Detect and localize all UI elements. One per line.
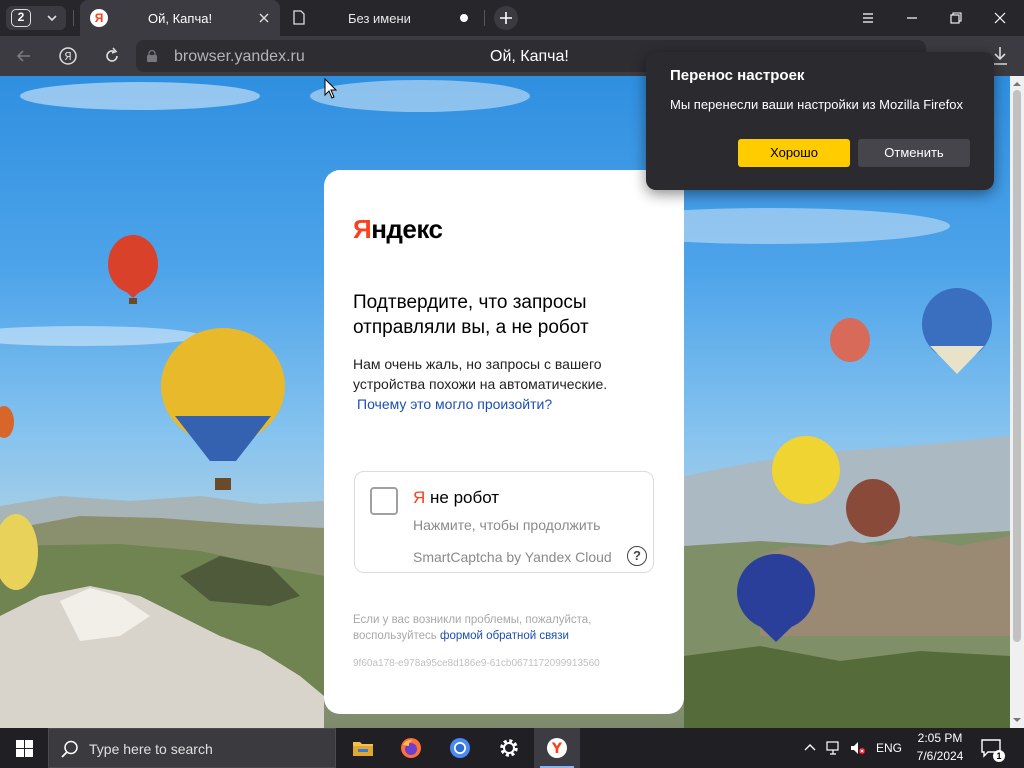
page-title: Ой, Капча! — [490, 48, 569, 65]
scroll-down-icon[interactable] — [1013, 716, 1021, 724]
clock-time[interactable]: 2:05 PM — [916, 731, 964, 745]
tab-title: Без имени — [348, 11, 411, 26]
yandex-logo[interactable]: Яндекс — [353, 214, 443, 245]
svg-text:Я: Я — [64, 50, 72, 63]
svg-text:Y: Y — [551, 741, 563, 757]
problems-text: Если у вас возникли проблемы, пожалуйста… — [353, 612, 653, 644]
request-id: 9f60a178-e978a95ce8d186e9-61cb0671172099… — [353, 658, 600, 669]
scroll-up-icon[interactable] — [1013, 80, 1021, 88]
hamburger-icon — [863, 13, 873, 23]
url-text[interactable]: browser.yandex.ru — [174, 48, 305, 66]
tab-bar: 2 Я Ой, Капча! Без имени — [0, 0, 1024, 36]
smartcaptcha-provider: SmartCaptcha by Yandex Cloud — [413, 549, 612, 565]
minimize-button[interactable] — [890, 0, 934, 36]
lock-icon[interactable] — [146, 50, 158, 62]
captcha-card: Яндекс Подтвердите, что запросы отправля… — [324, 170, 684, 714]
feedback-link[interactable]: формой обратной связи — [440, 630, 569, 642]
plus-icon — [500, 12, 512, 24]
not-robot-label[interactable]: Я не робот — [413, 488, 499, 508]
search-placeholder: Type here to search — [89, 741, 213, 757]
menu-button[interactable] — [846, 0, 890, 36]
taskbar-firefox[interactable] — [388, 728, 434, 768]
popup-title: Перенос настроек — [670, 67, 805, 84]
taskbar-file-explorer[interactable] — [340, 728, 386, 768]
tab-title: Ой, Капча! — [148, 11, 213, 26]
restore-icon — [950, 12, 962, 24]
minimize-icon — [907, 17, 917, 19]
clock-date[interactable]: 7/6/2024 — [914, 749, 966, 763]
notification-badge: 1 — [993, 750, 1005, 762]
popup-text: Мы перенесли ваши настройки из Mozilla F… — [670, 97, 963, 112]
taskbar-settings[interactable] — [486, 728, 532, 768]
tab-count: 2 — [11, 9, 31, 27]
unsaved-dot-icon — [460, 14, 468, 22]
ok-button[interactable]: Хорошо — [738, 139, 850, 167]
close-icon — [994, 12, 1006, 24]
cancel-button[interactable]: Отменить — [858, 139, 970, 167]
yandex-favicon-icon: Я — [90, 9, 108, 27]
folder-icon — [353, 742, 373, 756]
firefox-icon — [401, 738, 421, 758]
volume-muted-icon[interactable] — [850, 740, 866, 756]
chevron-down-icon — [47, 15, 57, 22]
search-icon — [61, 740, 78, 758]
scrollbar[interactable] — [1010, 76, 1024, 728]
not-robot-checkbox[interactable] — [370, 487, 398, 515]
captcha-description: Нам очень жаль, но запросы с вашего устр… — [353, 356, 608, 392]
close-icon[interactable] — [256, 10, 272, 26]
scroll-thumb[interactable] — [1013, 90, 1021, 642]
yandex-browser-icon: Y — [547, 738, 567, 758]
tab-divider — [73, 10, 74, 26]
label-ya: Я — [413, 488, 426, 507]
mouse-cursor-icon — [324, 78, 338, 99]
restore-button[interactable] — [934, 0, 978, 36]
smartcaptcha-widget: Я не робот Нажмите, чтобы продолжить Sma… — [354, 471, 654, 573]
document-icon — [293, 10, 305, 25]
chevron-up-icon[interactable] — [802, 740, 818, 756]
label-rest: не робот — [425, 488, 500, 507]
captcha-heading: Подтвердите, что запросы отправляли вы, … — [353, 292, 589, 338]
yandex-home-icon[interactable]: Я — [58, 46, 78, 66]
taskbar-search[interactable]: Type here to search — [48, 728, 336, 768]
close-window-button[interactable] — [978, 0, 1022, 36]
language-indicator[interactable]: ENG — [876, 741, 902, 755]
tab-counter-button[interactable]: 2 — [6, 6, 66, 30]
checkbox-hint: Нажмите, чтобы продолжить — [413, 517, 601, 533]
taskbar-yandex-browser[interactable]: Y — [534, 728, 580, 768]
help-icon[interactable]: ? — [627, 546, 647, 566]
tab-untitled[interactable]: Без имени — [284, 0, 480, 36]
logo-rest: ндекс — [371, 214, 443, 244]
tab-captcha[interactable]: Я Ой, Капча! — [80, 0, 280, 36]
tab-divider — [484, 10, 485, 26]
new-tab-button[interactable] — [494, 6, 518, 30]
chromium-icon — [450, 738, 470, 758]
reload-icon[interactable] — [102, 46, 122, 66]
start-button[interactable] — [0, 728, 48, 768]
windows-logo-icon — [16, 740, 33, 757]
logo-letter-ya: Я — [353, 214, 372, 244]
settings-import-popup: Перенос настроек Мы перенесли ваши настр… — [646, 52, 994, 190]
gear-icon — [500, 739, 518, 757]
why-link[interactable]: Почему это могло произойти? — [357, 396, 552, 412]
taskbar: Type here to search Y ENG 2:05 PM 7/6/20… — [0, 728, 1024, 768]
back-arrow-icon[interactable] — [14, 46, 34, 66]
network-icon[interactable] — [826, 740, 842, 756]
taskbar-chromium[interactable] — [437, 728, 483, 768]
